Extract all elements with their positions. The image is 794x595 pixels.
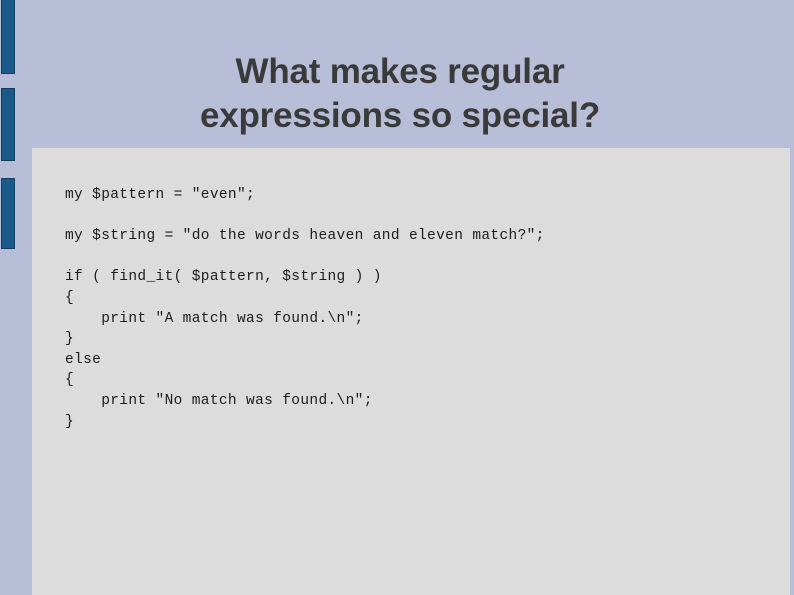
code-line: my $string = "do the words heaven and el… xyxy=(65,228,545,245)
code-line: if ( find_it( $pattern, $string ) ) xyxy=(65,269,382,286)
code-line: } xyxy=(65,413,75,430)
code-block: my $pattern = "even"; my $string = "do th… xyxy=(65,185,545,432)
slide-title: What makes regular expressions so specia… xyxy=(199,52,601,136)
content-panel: my $pattern = "even"; my $string = "do th… xyxy=(32,148,790,595)
code-line: else xyxy=(65,351,102,368)
code-line: } xyxy=(65,331,75,348)
code-line: { xyxy=(65,289,75,306)
decorative-blue-bar-3 xyxy=(1,178,15,249)
code-line: print "No match was found.\n"; xyxy=(65,392,373,409)
decorative-blue-bar-2 xyxy=(1,88,15,161)
code-line: my $pattern = "even"; xyxy=(65,187,256,203)
slide-canvas: What makes regular expressions so specia… xyxy=(0,0,794,595)
code-line: { xyxy=(65,372,75,389)
decorative-blue-bar-1 xyxy=(1,0,15,74)
code-line: print "A match was found.\n"; xyxy=(65,310,364,327)
